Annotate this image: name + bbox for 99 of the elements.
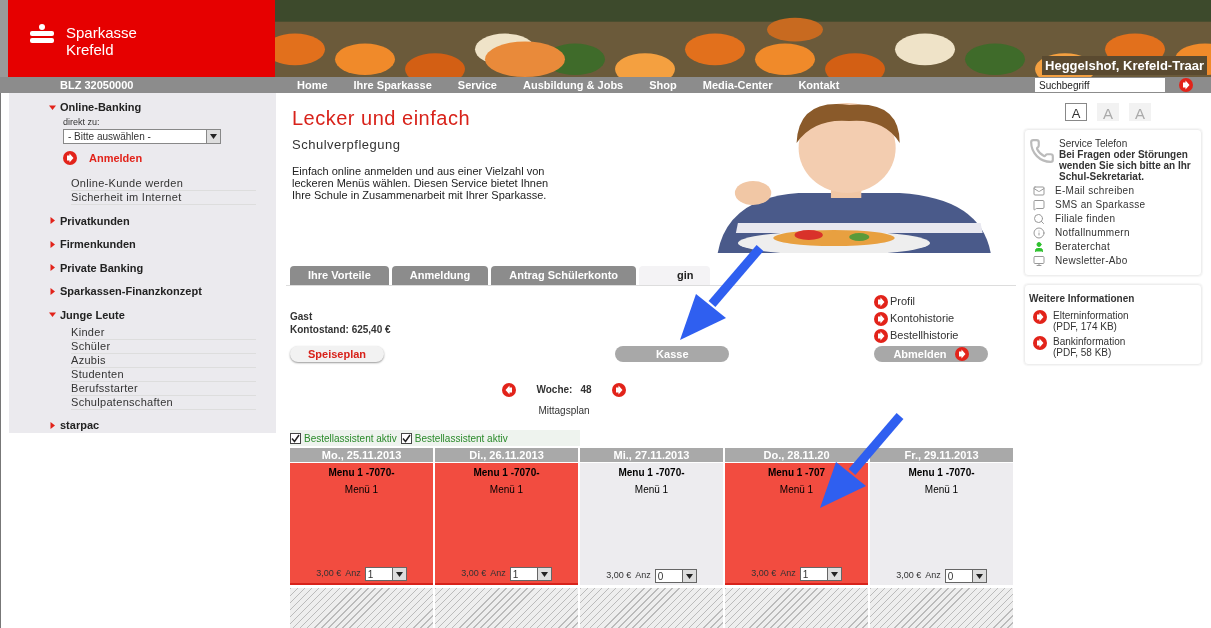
quantity-label: Anz [345, 567, 361, 581]
account-select[interactable]: - Bitte auswählen - [63, 129, 221, 144]
sidebar-item[interactable]: Privatkunden [60, 212, 130, 229]
contact-link[interactable]: Newsletter-Abo [1029, 254, 1197, 267]
info-link[interactable]: Bankinformation (PDF, 58 KB) [1029, 336, 1197, 358]
user-name: Gast [290, 310, 314, 323]
menu-card[interactable]: Menu 1 -7070- Menü 1 3,00 € Anz 0 [580, 463, 723, 585]
sidebar-heading[interactable]: Online-Banking [60, 99, 142, 116]
brand-name: Sparkasse [66, 24, 137, 41]
info-link[interactable]: Elterninformation (PDF, 174 KB) [1029, 310, 1197, 332]
mail-icon [1033, 184, 1045, 197]
contact-link[interactable]: Filiale finden [1029, 212, 1197, 225]
page-subtitle: Schulverpflegung [292, 136, 402, 154]
page-title: Lecker und einfach [292, 106, 471, 131]
account-link[interactable]: Bestellhistorie [874, 328, 988, 343]
sidebar-subitem[interactable]: Schüler [71, 340, 256, 354]
sidebar-subitem[interactable]: Berufsstarter [71, 382, 256, 396]
sidebar-subitem[interactable]: Kinder [71, 326, 256, 340]
info-title: Weitere Informationen [1029, 292, 1136, 306]
sidebar-subitem[interactable]: Studenten [71, 368, 256, 382]
menu-name: Menu 1 -707 [767, 466, 826, 480]
price: 3,00 € [316, 567, 342, 581]
search-field[interactable]: Suchbegriff [1035, 78, 1165, 92]
menu-name: Menu 1 -7070- [328, 466, 395, 480]
dropdown-arrow-icon [210, 134, 217, 139]
phone-icon [1029, 138, 1055, 164]
service-notice: Bei Fragen oder Störungen wenden Sie sich bitte an Ihr Schul-Sekretariat. [1059, 149, 1192, 182]
contact-link[interactable]: Beraterchat [1029, 240, 1197, 253]
tab[interactable]: gin [639, 266, 710, 285]
contact-link[interactable]: Notfallnummern [1029, 226, 1197, 239]
day-header: Di., 26.11.2013 [435, 448, 578, 462]
sidebar-item[interactable]: Sparkassen-Finanzkonzept [60, 283, 202, 300]
logo-icon [30, 24, 54, 44]
checkbox-label: Bestellassistent aktiv [304, 431, 397, 446]
account-link[interactable]: Kontohistorie [874, 311, 988, 326]
checkbox[interactable] [400, 432, 412, 444]
account-link[interactable]: Profil [874, 294, 988, 309]
quantity-select[interactable]: 1 [364, 567, 407, 581]
day-header: Fr., 29.11.2013 [870, 448, 1013, 462]
menu-card[interactable]: Menu 1 -7070- Menü 1 3,00 € Anz 1 [290, 463, 433, 585]
menu-description: Menü 1 [344, 483, 379, 497]
info-icon [1033, 226, 1045, 239]
select-label: direkt zu: [62, 115, 101, 129]
sidebar-item[interactable]: Private Banking [60, 259, 144, 276]
account-balance: Kontostand: 625,40 € [290, 323, 391, 336]
checkbox-label: Bestellassistent aktiv [414, 431, 508, 446]
intro-text: Einfach online anmelden und aus einer Vielzahl von leckeren Menüs wählen. Diesen Service bietet Ihnen Ihre Schule in Zusammenarbeit mit Ihrer Sparkasse. [292, 164, 550, 201]
quantity-select[interactable]: 1 [509, 567, 552, 581]
menu-card[interactable]: Menu 1 -707 Menü 1 3,00 € Anz 1 [725, 463, 868, 585]
font-size-button[interactable]: A [1065, 103, 1087, 121]
menu-name: Menu 1 -7070- [908, 466, 975, 480]
dropdown-arrow-icon [685, 573, 693, 579]
day-header: Mi., 27.11.2013 [580, 448, 723, 462]
sidebar-link[interactable]: Sicherheit im Internet [71, 190, 256, 205]
week-label: Woche: [536, 383, 573, 397]
day-header: Mo., 25.11.2013 [290, 448, 433, 462]
person-icon [1033, 240, 1045, 253]
banner-caption: Heggelshof, Krefeld-Traar [1042, 55, 1207, 75]
sidebar-subitem[interactable]: Azubis [71, 354, 256, 368]
menu-card[interactable]: Menu 1 -7070- Menü 1 3,00 € Anz 1 [435, 463, 578, 585]
contact-link[interactable]: E-Mail schreiben [1029, 184, 1197, 197]
bank-code: BLZ 32050000 [60, 77, 134, 93]
menu-card[interactable]: Menu 1 -7070- Menü 1 3,00 € Anz 0 [870, 463, 1013, 585]
quantity-select[interactable]: 0 [944, 569, 987, 583]
sidebar-item[interactable]: Junge Leute [60, 306, 125, 323]
sidebar-item[interactable]: starpac [60, 417, 100, 434]
price: 3,00 € [751, 567, 777, 581]
checkbox[interactable] [290, 432, 301, 444]
week-number: 48 [580, 383, 592, 397]
brand-name: Krefeld [66, 41, 115, 58]
price: 3,00 € [896, 569, 922, 583]
dropdown-arrow-icon [395, 571, 403, 577]
sidebar-link[interactable]: Online-Kunde werden [71, 176, 256, 191]
menu-name: Menu 1 -7070- [618, 466, 685, 480]
sidebar-item[interactable]: Firmenkunden [60, 236, 136, 253]
quantity-label: Anz [490, 567, 506, 581]
quantity-select[interactable]: 1 [799, 567, 842, 581]
price: 3,00 € [461, 567, 487, 581]
search-icon [1033, 212, 1045, 225]
login-link[interactable]: Anmelden [49, 150, 256, 167]
menu-description: Menü 1 [924, 483, 959, 497]
price: 3,00 € [606, 569, 632, 583]
dropdown-arrow-icon [830, 571, 838, 577]
quantity-label: Anz [780, 567, 796, 581]
quantity-label: Anz [635, 569, 651, 583]
contact-link[interactable]: SMS an Sparkasse [1029, 198, 1197, 211]
quantity-select[interactable]: 0 [654, 569, 697, 583]
menu-description: Menü 1 [634, 483, 669, 497]
quantity-label: Anz [925, 569, 941, 583]
menu-description: Menü 1 [489, 483, 524, 497]
menu-description: Menü 1 [779, 483, 814, 497]
day-header: Do., 28.11.20 [725, 448, 868, 462]
sidebar-subitem[interactable]: Schulpatenschaften [71, 396, 256, 410]
menu-plan-button[interactable]: Speiseplan [290, 346, 384, 362]
dropdown-arrow-icon [975, 573, 983, 579]
service-title: Service Telefon [1059, 138, 1129, 149]
menu-name: Menu 1 -7070- [473, 466, 540, 480]
dropdown-arrow-icon [540, 571, 548, 577]
plan-caption: Mittagsplan [538, 404, 590, 418]
